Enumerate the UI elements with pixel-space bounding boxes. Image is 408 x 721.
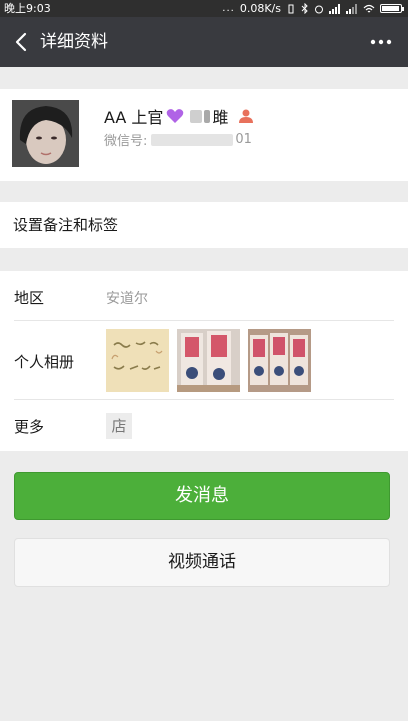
bluetooth-icon — [301, 3, 308, 14]
video-call-button[interactable]: 视频通话 — [14, 538, 390, 587]
remark-label: 设置备注和标签 — [13, 216, 119, 234]
contact-name-line: AA 上官 雎 — [104, 104, 254, 128]
divider — [14, 399, 394, 400]
region-value: 安道尔 — [106, 291, 148, 307]
status-bar: 晚上9:03 ... 0.08K/s — [0, 0, 408, 17]
status-icons: ... 0.08K/s — [222, 0, 404, 17]
status-time: 晚上9:03 — [4, 2, 51, 15]
wechat-id-suffix: 01 — [235, 132, 252, 147]
album-photo[interactable] — [248, 329, 311, 392]
wifi-icon — [363, 4, 375, 12]
region-label: 地区 — [14, 289, 45, 307]
album-label: 个人相册 — [14, 353, 75, 371]
nav-bar: 详细资料 — [0, 17, 408, 67]
vibrate-icon — [288, 4, 294, 13]
status-dots: ... — [222, 3, 235, 14]
remark-row[interactable]: 设置备注和标签 — [0, 202, 408, 248]
network-speed: 0.08K/s — [239, 2, 281, 15]
profile-card: AA 上官 雎 微信号: 01 — [0, 89, 408, 181]
person-icon — [239, 109, 254, 123]
album-photo[interactable] — [177, 329, 240, 392]
name-obscured — [204, 109, 211, 123]
battery-icon — [380, 4, 404, 13]
name-obscured — [190, 109, 203, 123]
page-title: 详细资料 — [40, 32, 108, 52]
info-card: 地区 安道尔 个人相册 更多 店 — [0, 271, 408, 451]
wechat-id-obscured — [151, 133, 234, 146]
back-icon[interactable] — [12, 32, 32, 52]
send-message-button[interactable]: 发消息 — [14, 472, 390, 520]
purple-heart-icon — [167, 109, 184, 123]
wechat-id-label: 微信号: — [104, 134, 148, 149]
divider — [14, 320, 394, 321]
album-photo[interactable] — [106, 329, 169, 392]
contact-name: AA 上官 — [104, 108, 164, 127]
signal-icon — [329, 3, 341, 14]
contact-name-suffix: 雎 — [212, 108, 229, 127]
alarm-icon — [315, 5, 323, 13]
signal-icon-2 — [346, 3, 358, 14]
store-icon: 店 — [106, 413, 132, 439]
more-icon[interactable] — [368, 31, 394, 53]
avatar[interactable] — [12, 100, 79, 167]
more-label: 更多 — [14, 418, 45, 436]
wechat-id-line: 微信号: 01 — [104, 130, 252, 149]
